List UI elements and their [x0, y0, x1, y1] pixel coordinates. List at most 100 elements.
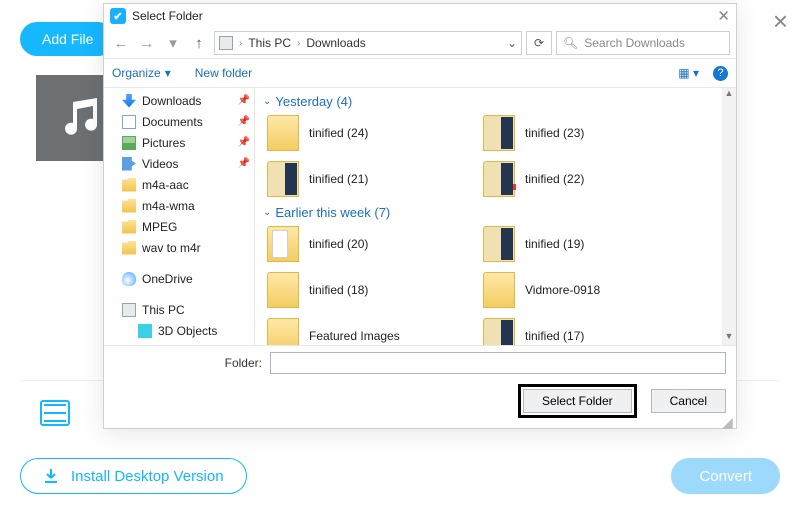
nav-tree[interactable]: Downloads📌Documents📌Pictures📌Videos📌m4a-…: [104, 88, 255, 345]
close-icon[interactable]: ✕: [717, 7, 730, 25]
folder-icon: [483, 161, 515, 197]
folder-item[interactable]: tinified (18): [267, 270, 467, 310]
folder-name: Featured Images: [309, 329, 400, 343]
pin-icon: 📌: [238, 116, 250, 127]
pin-icon: 📌: [238, 95, 250, 106]
folder-icon: [267, 226, 299, 262]
folder-item[interactable]: tinified (24): [267, 113, 467, 153]
resize-grip-icon[interactable]: ◢: [722, 414, 734, 426]
chevron-down-icon[interactable]: ⌄: [507, 36, 517, 50]
music-icon: [59, 98, 103, 138]
folder-item[interactable]: tinified (19): [483, 224, 683, 264]
toolbar: Organize▾ New folder ▦ ▾ ?: [104, 58, 736, 88]
breadcrumb[interactable]: › This PC › Downloads ⌄: [214, 31, 522, 55]
forward-button[interactable]: →: [136, 32, 158, 54]
folder-name: tinified (22): [525, 172, 584, 186]
breadcrumb-root[interactable]: This PC: [248, 36, 291, 50]
folder-name: tinified (24): [309, 126, 368, 140]
organize-menu[interactable]: Organize▾: [112, 66, 171, 80]
onedrive-icon: [122, 272, 136, 286]
refresh-button[interactable]: ⟳: [526, 31, 552, 55]
recent-dropdown[interactable]: ▾: [162, 32, 184, 54]
tree-item[interactable]: Downloads📌: [104, 90, 254, 111]
select-folder-button[interactable]: Select Folder: [523, 389, 632, 413]
folder-item[interactable]: tinified (22): [483, 159, 683, 199]
select-folder-dialog: ✔ Select Folder ✕ ← → ▾ ↑ › This PC › Do…: [103, 3, 737, 429]
up-button[interactable]: ↑: [188, 32, 210, 54]
tree-item[interactable]: Documents📌: [104, 111, 254, 132]
tree-thispc[interactable]: This PC: [104, 299, 254, 320]
tree-onedrive[interactable]: OneDrive: [104, 268, 254, 289]
new-folder-button[interactable]: New folder: [195, 66, 252, 80]
folder-icon: [483, 272, 515, 308]
pic-icon: [122, 136, 136, 150]
app-close-icon[interactable]: ×: [773, 6, 788, 37]
search-input[interactable]: 🔍︎ Search Downloads: [556, 31, 730, 55]
tree-item[interactable]: Videos📌: [104, 153, 254, 174]
pc-icon: [219, 36, 233, 50]
tree-item[interactable]: m4a-aac: [104, 174, 254, 195]
install-desktop-button[interactable]: Install Desktop Version: [20, 458, 247, 494]
convert-button[interactable]: Convert: [671, 458, 780, 494]
tree-item[interactable]: MPEG: [104, 216, 254, 237]
scroll-down-icon[interactable]: ▼: [725, 331, 734, 345]
folder-name: tinified (18): [309, 283, 368, 297]
download-icon: [43, 468, 59, 484]
tree-item[interactable]: m4a-wma: [104, 195, 254, 216]
dl-icon: [122, 94, 136, 108]
clip-icon[interactable]: [40, 400, 70, 426]
group-header[interactable]: ⌄ Earlier this week (7): [257, 199, 722, 224]
add-file-button[interactable]: Add File: [20, 22, 115, 56]
pin-icon: 📌: [238, 158, 250, 169]
folder-input[interactable]: [270, 352, 726, 374]
app-window: Add File × MKA M4A M4B M4R Install Deskt…: [0, 0, 800, 516]
breadcrumb-current[interactable]: Downloads: [306, 36, 365, 50]
scrollbar[interactable]: ▲ ▼: [722, 88, 736, 345]
chevron-right-icon: ›: [239, 38, 242, 49]
chevron-down-icon: ▾: [165, 66, 171, 80]
pin-icon: 📌: [238, 137, 250, 148]
folder-name: tinified (20): [309, 237, 368, 251]
pc-icon: [122, 303, 136, 317]
folder-item[interactable]: tinified (17): [483, 316, 683, 345]
tree-item[interactable]: wav to m4r: [104, 237, 254, 258]
folder-icon: [483, 318, 515, 345]
folder-name: tinified (23): [525, 126, 584, 140]
folder-icon: [483, 115, 515, 151]
group-header[interactable]: ⌄ Yesterday (4): [257, 88, 722, 113]
scroll-up-icon[interactable]: ▲: [725, 88, 734, 102]
folder-icon: [267, 272, 299, 308]
dialog-titlebar: ✔ Select Folder ✕: [104, 4, 736, 28]
chevron-down-icon: ⌄: [263, 207, 271, 218]
vid-icon: [122, 157, 136, 171]
chevron-down-icon: ⌄: [263, 96, 271, 107]
folder-name: tinified (19): [525, 237, 584, 251]
folder-item[interactable]: tinified (21): [267, 159, 467, 199]
folder-item[interactable]: Featured Images: [267, 316, 467, 345]
back-button[interactable]: ←: [110, 32, 132, 54]
fol-icon: [122, 241, 136, 255]
chevron-right-icon: ›: [297, 38, 300, 49]
help-icon[interactable]: ?: [713, 66, 728, 81]
folder-icon: [267, 318, 299, 345]
dialog-footer: Folder: Select Folder Cancel: [104, 345, 736, 428]
fol-icon: [122, 178, 136, 192]
tree-item[interactable]: Pictures📌: [104, 132, 254, 153]
search-placeholder: Search Downloads: [584, 36, 685, 50]
folder-name: tinified (21): [309, 172, 368, 186]
tree-item[interactable]: 3D Objects: [104, 320, 254, 341]
folder-icon: [267, 161, 299, 197]
dialog-title: Select Folder: [132, 9, 203, 23]
folder-name: Vidmore-0918: [525, 283, 600, 297]
folder-icon: [483, 226, 515, 262]
fol-icon: [122, 220, 136, 234]
folder-item[interactable]: Vidmore-0918: [483, 270, 683, 310]
doc-icon: [122, 115, 136, 129]
folder-label: Folder:: [114, 356, 262, 370]
folder-item[interactable]: tinified (20): [267, 224, 467, 264]
search-icon: 🔍︎: [563, 36, 578, 50]
cancel-button[interactable]: Cancel: [651, 389, 726, 413]
folder-item[interactable]: tinified (23): [483, 113, 683, 153]
nav-row: ← → ▾ ↑ › This PC › Downloads ⌄ ⟳ 🔍︎ Sea…: [104, 28, 736, 58]
view-options-button[interactable]: ▦ ▾: [678, 66, 699, 80]
